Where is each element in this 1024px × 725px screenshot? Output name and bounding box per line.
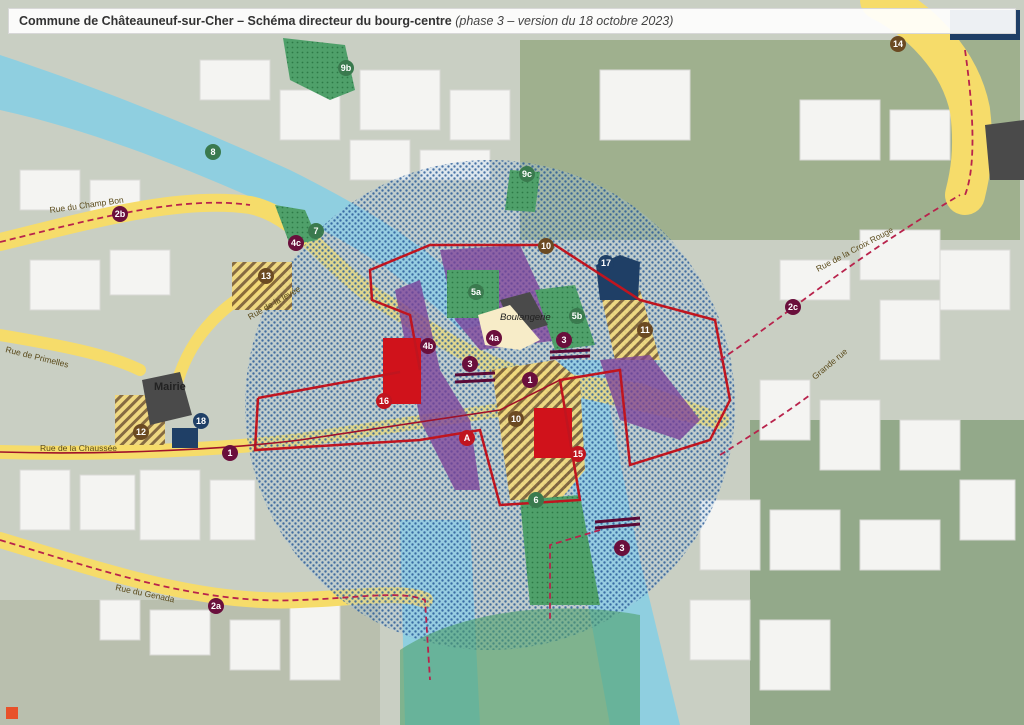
- svg-text:2c: 2c: [788, 302, 798, 312]
- marker-A[interactable]: A: [459, 430, 475, 446]
- marker-13[interactable]: 13: [258, 268, 274, 284]
- marker-18[interactable]: 18: [193, 413, 209, 429]
- marker-4b[interactable]: 4b: [420, 338, 436, 354]
- marker-1a[interactable]: 1: [522, 372, 538, 388]
- marker-1b[interactable]: 1: [222, 445, 238, 461]
- marker-3a[interactable]: 3: [462, 356, 478, 372]
- marker-2b[interactable]: 2b: [112, 206, 128, 222]
- svg-text:11: 11: [640, 325, 650, 335]
- marker-4c[interactable]: 4c: [288, 235, 304, 251]
- marker-14[interactable]: 14: [890, 36, 906, 52]
- svg-text:10: 10: [511, 414, 521, 424]
- marker-4a[interactable]: 4a: [486, 330, 502, 346]
- label-boulangerie: Boulangerie: [500, 312, 551, 323]
- marker-6[interactable]: 6: [528, 492, 544, 508]
- marker-10a[interactable]: 10: [538, 238, 554, 254]
- svg-text:3: 3: [619, 543, 624, 553]
- svg-text:10: 10: [541, 241, 551, 251]
- svg-text:18: 18: [196, 416, 206, 426]
- svg-text:3: 3: [561, 335, 566, 345]
- title-subtitle: (phase 3 – version du 18 octobre 2023): [455, 14, 674, 28]
- svg-text:5a: 5a: [471, 287, 482, 297]
- svg-text:4c: 4c: [291, 238, 301, 248]
- svg-text:14: 14: [893, 39, 903, 49]
- marker-10b[interactable]: 10: [508, 411, 524, 427]
- svg-text:4a: 4a: [489, 333, 500, 343]
- svg-text:2a: 2a: [211, 601, 222, 611]
- marker-2c[interactable]: 2c: [785, 299, 801, 315]
- svg-text:7: 7: [313, 226, 318, 236]
- marker-3c[interactable]: 3: [614, 540, 630, 556]
- svg-text:16: 16: [379, 396, 389, 406]
- title-bar: Commune de Châteauneuf-sur-Cher – Schéma…: [8, 8, 1016, 34]
- marker-5a[interactable]: 5a: [468, 284, 484, 300]
- marker-15[interactable]: 15: [570, 446, 586, 462]
- title-main: Commune de Châteauneuf-sur-Cher – Schéma…: [19, 14, 452, 28]
- marker-12[interactable]: 12: [133, 424, 149, 440]
- marker-9c[interactable]: 9c: [519, 166, 535, 182]
- svg-text:12: 12: [136, 427, 146, 437]
- svg-text:9b: 9b: [341, 63, 352, 73]
- marker-7[interactable]: 7: [308, 223, 324, 239]
- marker-5b[interactable]: 5b: [569, 308, 585, 324]
- svg-text:6: 6: [533, 495, 538, 505]
- marker-9b[interactable]: 9b: [338, 60, 354, 76]
- map-canvas[interactable]: Rue du Champ Bon Rue de Primelles Rue de…: [0, 0, 1024, 725]
- marker-11[interactable]: 11: [637, 322, 653, 338]
- corner-logo: [6, 707, 18, 719]
- svg-text:4b: 4b: [423, 341, 434, 351]
- svg-text:13: 13: [261, 271, 271, 281]
- svg-text:8: 8: [210, 147, 215, 157]
- svg-text:15: 15: [573, 449, 583, 459]
- svg-text:5b: 5b: [572, 311, 583, 321]
- svg-text:9c: 9c: [522, 169, 532, 179]
- marker-8[interactable]: 8: [205, 144, 221, 160]
- svg-text:A: A: [464, 433, 471, 443]
- label-mairie: Mairie: [154, 381, 186, 393]
- svg-text:3: 3: [467, 359, 472, 369]
- svg-text:1: 1: [227, 448, 232, 458]
- label-rue-chaussee: Rue de la Chaussée: [40, 443, 117, 453]
- marker-3b[interactable]: 3: [556, 332, 572, 348]
- page-title: Commune de Châteauneuf-sur-Cher – Schéma…: [19, 14, 673, 28]
- marker-17[interactable]: 17: [598, 255, 614, 271]
- marker-16[interactable]: 16: [376, 393, 392, 409]
- svg-text:1: 1: [527, 375, 532, 385]
- svg-text:2b: 2b: [115, 209, 126, 219]
- marker-2a[interactable]: 2a: [208, 598, 224, 614]
- svg-text:17: 17: [601, 258, 611, 268]
